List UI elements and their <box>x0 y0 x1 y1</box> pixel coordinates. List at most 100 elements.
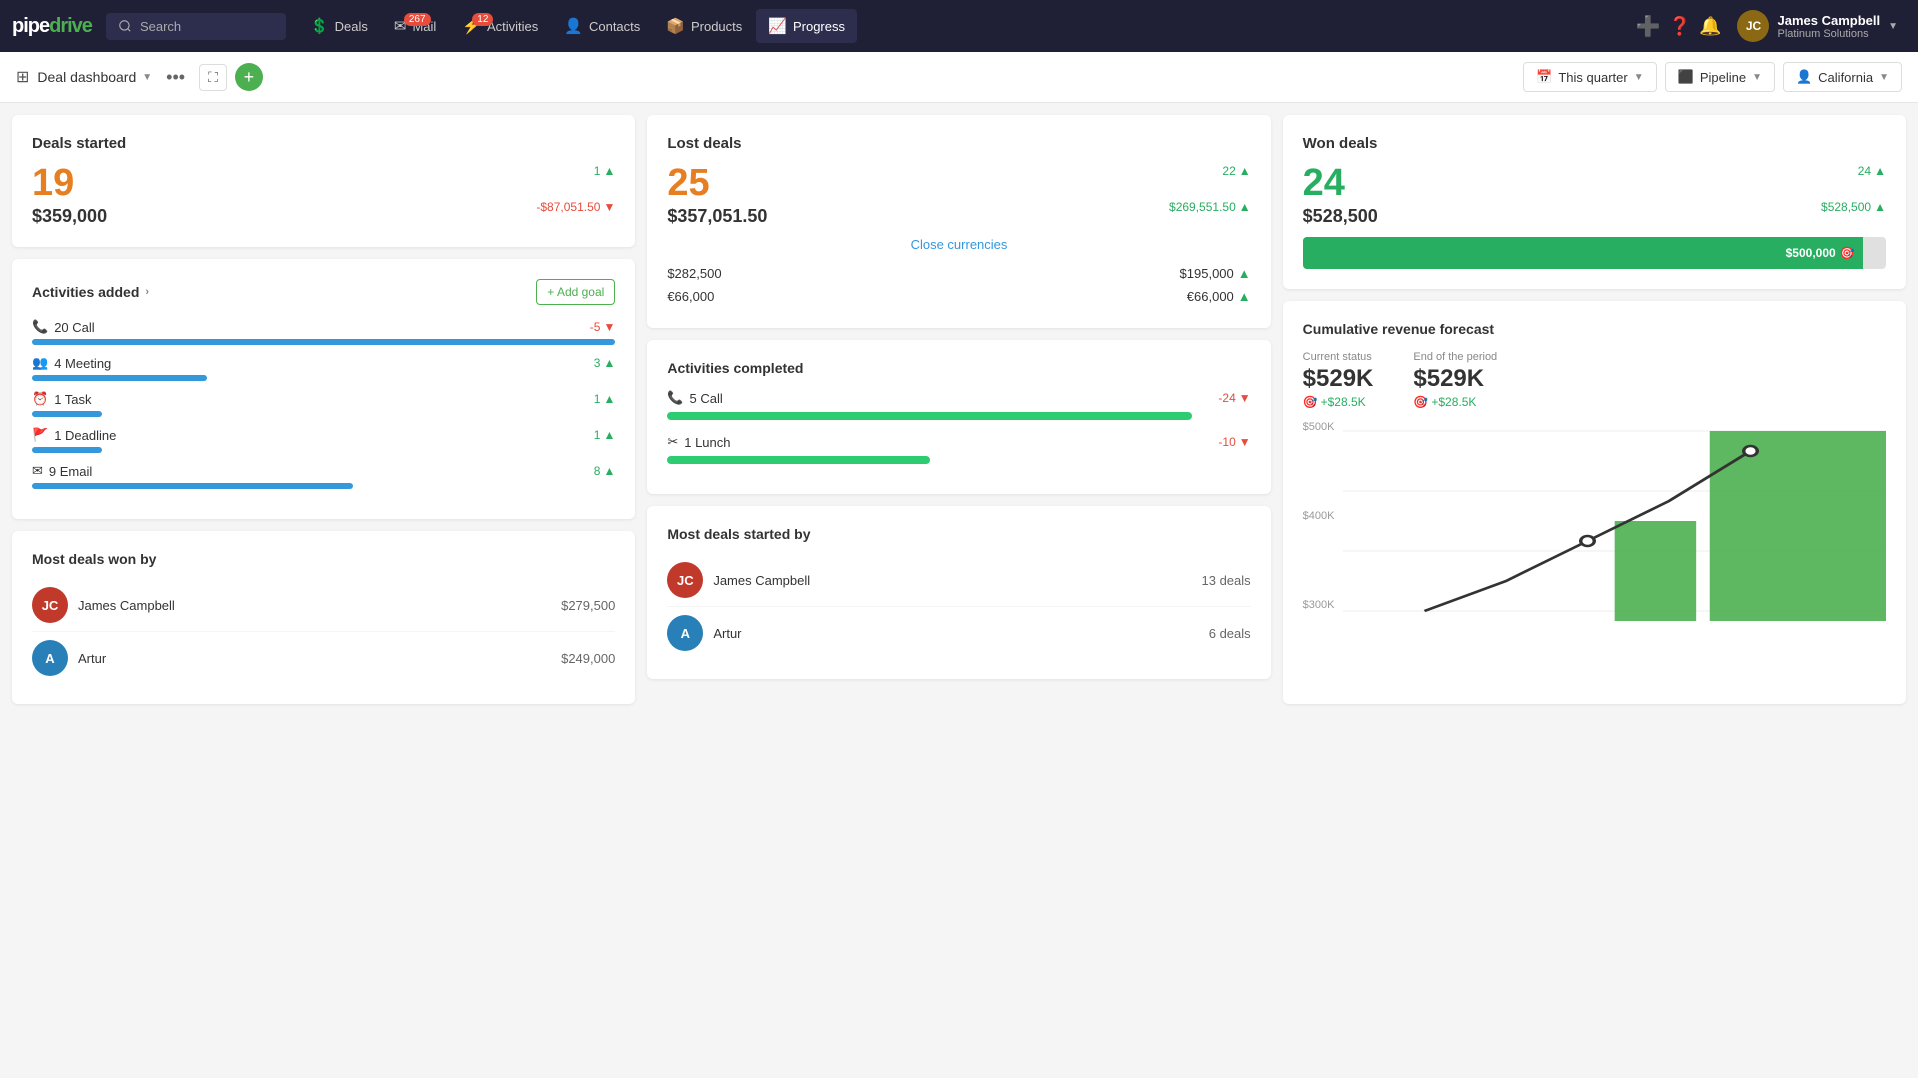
nav-item-mail[interactable]: ✉ Mail 267 <box>382 9 448 43</box>
chevron-down-icon: ▼ <box>1634 72 1644 83</box>
most-deals-started-card: Most deals started by JC James Campbell … <box>647 506 1270 679</box>
arrow-down-icon: ▼ <box>603 200 615 214</box>
logo[interactable]: pipedrive <box>12 15 92 38</box>
quarter-filter[interactable]: 📅 This quarter ▼ <box>1523 62 1656 92</box>
goal-bar-fill: $500,000 🎯 <box>1303 237 1863 269</box>
completed-lunch-label: ✂ 1 Lunch <box>667 434 730 450</box>
goal-bar-label: $500,000 🎯 <box>1786 246 1855 260</box>
deadline-icon: 🚩 <box>32 427 48 443</box>
started-name-jc: James Campbell <box>713 573 1191 588</box>
user-info[interactable]: JC James Campbell Platinum Solutions ▼ <box>1729 6 1906 46</box>
deals-started-stat-row: 19 $359,000 1 ▲ -$87,051.50 ▼ <box>32 164 615 227</box>
completed-call-label: 📞 5 Call <box>667 390 722 406</box>
activity-email: ✉ 9 Email 8 ▲ <box>32 463 615 489</box>
most-deals-won-title: Most deals won by <box>32 551 615 567</box>
person-name-jc: James Campbell <box>78 598 551 613</box>
pipeline-icon: ⬛ <box>1678 69 1694 85</box>
started-avatar-jc: JC <box>667 562 703 598</box>
won-deals-card: Won deals 24 $528,500 24 ▲ $528,500 ▲ <box>1283 115 1906 289</box>
arrow-up-icon: ▲ <box>1874 200 1886 214</box>
activity-deadline: 🚩 1 Deadline 1 ▲ <box>32 427 615 453</box>
more-options-button[interactable]: ••• <box>160 65 191 90</box>
deals-started-title: Deals started <box>32 135 615 152</box>
lost-deals-card: Lost deals 25 $357,051.50 22 ▲ $269,551.… <box>647 115 1270 328</box>
nav-item-progress[interactable]: 📈 Progress <box>756 9 857 43</box>
nav-item-activities[interactable]: ⚡ Activities 12 <box>450 9 550 43</box>
chevron-right-icon: › <box>145 286 149 298</box>
contacts-icon: 👤 <box>564 17 583 35</box>
most-deals-started-title: Most deals started by <box>667 526 1250 542</box>
person-avatar-jc: JC <box>32 587 68 623</box>
activity-deadline-label: 🚩 1 Deadline <box>32 427 116 443</box>
started-person-row-2: A Artur 6 deals <box>667 607 1250 659</box>
lost-deals-amount: $357,051.50 <box>667 206 767 227</box>
chart-line <box>1424 451 1750 611</box>
nav-progress-label: Progress <box>793 19 845 34</box>
forecast-current: Current status $529K 🎯 +$28.5K <box>1303 351 1374 409</box>
nav-activities-label: Activities <box>487 19 538 34</box>
activity-meeting-bar <box>32 375 207 381</box>
bell-icon[interactable]: 🔔 <box>1699 16 1721 37</box>
mail-badge: 267 <box>404 13 431 26</box>
col-1: Deals started 19 $359,000 1 ▲ -$87,051.5… <box>12 115 635 704</box>
started-count-jc: 13 deals <box>1202 573 1251 588</box>
started-count-a: 6 deals <box>1209 626 1251 641</box>
search-box[interactable]: Search <box>106 13 286 40</box>
pipeline-label: Pipeline <box>1700 70 1746 85</box>
deals-started-card: Deals started 19 $359,000 1 ▲ -$87,051.5… <box>12 115 635 247</box>
activities-added-title[interactable]: Activities added › <box>32 284 149 300</box>
arrow-up-icon: ▲ <box>1874 164 1886 178</box>
goal-bar-bg: $500,000 🎯 <box>1303 237 1886 269</box>
expand-button[interactable]: ⛶ <box>199 64 227 91</box>
activity-task-label: ⏰ 1 Task <box>32 391 92 407</box>
region-filter[interactable]: 👤 California ▼ <box>1783 62 1902 92</box>
activity-meeting: 👥 4 Meeting 3 ▲ <box>32 355 615 381</box>
chevron-down-icon: ▼ <box>1879 72 1889 83</box>
close-currencies-link[interactable]: Close currencies <box>667 237 1250 252</box>
deals-started-amount-change: -$87,051.50 ▼ <box>536 200 615 214</box>
activity-call-bar <box>32 339 615 345</box>
add-icon[interactable]: ➕ <box>1636 14 1661 39</box>
user-details: James Campbell Platinum Solutions <box>1777 13 1880 40</box>
activity-call: 📞 20 Call -5 ▼ <box>32 319 615 345</box>
activity-task-bar <box>32 411 102 417</box>
add-goal-button[interactable]: + Add goal <box>536 279 615 305</box>
arrow-down-icon: ▼ <box>1239 435 1251 449</box>
lost-amount-change: $269,551.50 ▲ <box>1169 200 1251 214</box>
region-label: California <box>1818 70 1873 85</box>
person-amount-a: $249,000 <box>561 651 615 666</box>
arrow-up-icon: ▲ <box>603 464 615 478</box>
products-icon: 📦 <box>666 17 685 35</box>
quarter-label: This quarter <box>1558 70 1627 85</box>
deals-icon: 💲 <box>310 17 329 35</box>
target-icon: 🎯 <box>1413 395 1428 409</box>
person-name-a: Artur <box>78 651 551 666</box>
nav-items: 💲 Deals ✉ Mail 267 ⚡ Activities 12 👤 Con… <box>298 9 1632 43</box>
nav-item-products[interactable]: 📦 Products <box>654 9 754 43</box>
person-amount-jc: $279,500 <box>561 598 615 613</box>
arrow-up-icon: ▲ <box>603 164 615 178</box>
nav-item-contacts[interactable]: 👤 Contacts <box>552 9 652 43</box>
add-button[interactable]: + <box>235 63 263 91</box>
subheader: ⊞ Deal dashboard ▼ ••• ⛶ + 📅 This quarte… <box>0 52 1918 103</box>
activity-deadline-bar <box>32 447 102 453</box>
chart-y-labels: $500K $400K $300K <box>1303 421 1335 621</box>
user-company: Platinum Solutions <box>1777 28 1880 40</box>
question-icon[interactable]: ❓ <box>1669 16 1691 37</box>
activities-completed-card: Activities completed 📞 5 Call -24 ▼ <box>647 340 1270 494</box>
search-placeholder: Search <box>140 19 181 34</box>
chevron-down-icon: ▼ <box>1752 72 1762 83</box>
search-icon <box>118 19 132 33</box>
nav-item-deals[interactable]: 💲 Deals <box>298 9 380 43</box>
chart-dot-2 <box>1743 446 1757 456</box>
pipeline-filter[interactable]: ⬛ Pipeline ▼ <box>1665 62 1775 92</box>
activities-completed-title: Activities completed <box>667 360 1250 376</box>
dashboard-title[interactable]: Deal dashboard ▼ <box>37 69 152 85</box>
currency-row-2: €66,000 €66,000 ▲ <box>667 285 1250 308</box>
progress-icon: 📈 <box>768 17 787 35</box>
deals-started-changes: 1 ▲ -$87,051.50 ▼ <box>536 164 615 214</box>
activities-added-header: Activities added › + Add goal <box>32 279 615 305</box>
arrow-up-icon: ▲ <box>1238 289 1251 304</box>
target-icon: 🎯 <box>1840 246 1855 260</box>
cumulative-forecast-card: Cumulative revenue forecast Current stat… <box>1283 301 1906 704</box>
